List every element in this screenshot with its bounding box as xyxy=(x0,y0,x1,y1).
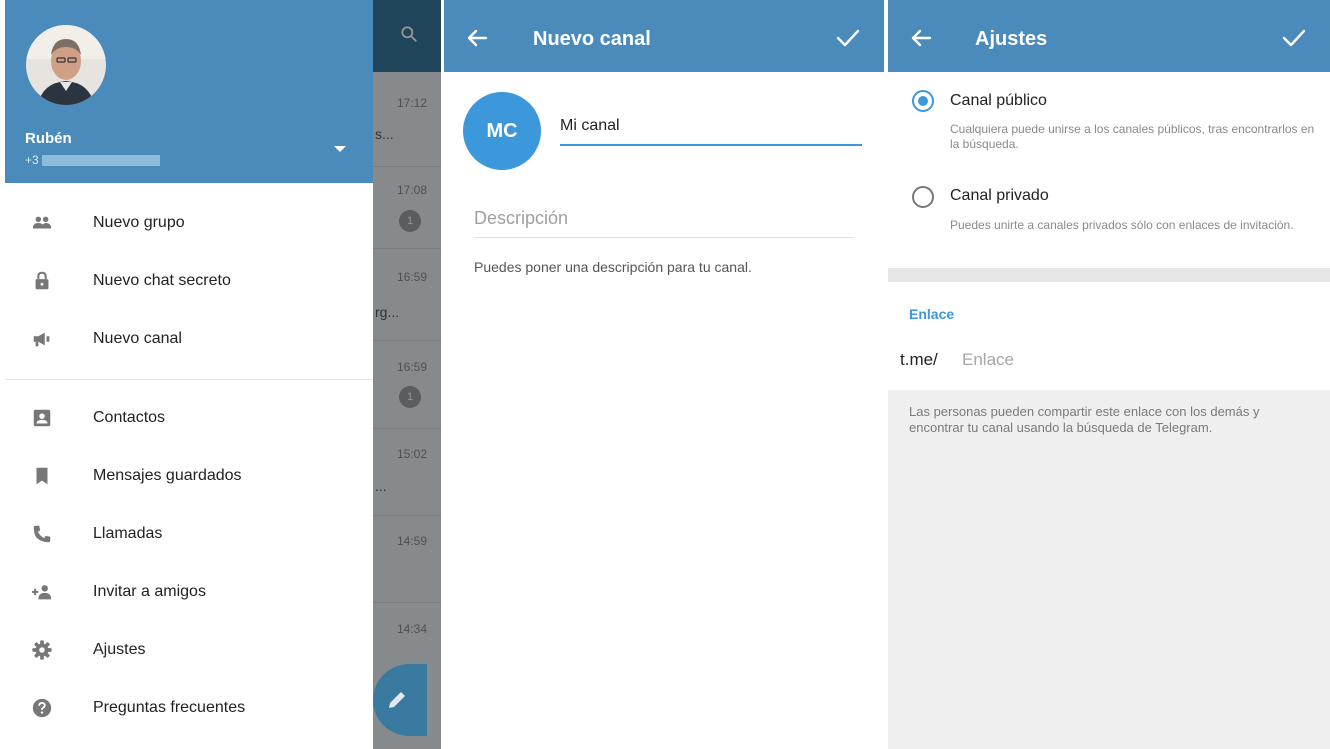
drawer-item-label: Nuevo chat secreto xyxy=(93,272,231,289)
back-arrow-icon[interactable] xyxy=(466,28,488,48)
contact-icon xyxy=(33,409,51,427)
description-help-text: Puedes poner una descripción para tu can… xyxy=(474,259,752,275)
drawer-item-new-secret-chat[interactable]: Nuevo chat secreto xyxy=(0,252,373,310)
drawer-item-label: Llamadas xyxy=(93,525,163,542)
section-separator xyxy=(888,268,1330,282)
public-channel-radio[interactable] xyxy=(912,90,934,112)
user-photo xyxy=(26,25,106,105)
drawer-item-label: Nuevo canal xyxy=(93,330,182,347)
link-prefix: t.me/ xyxy=(900,350,938,369)
add-person-icon xyxy=(31,585,52,600)
private-channel-description: Puedes unirte a canales privados sólo co… xyxy=(950,218,1294,232)
drawer-item-label: Preguntas frecuentes xyxy=(93,699,246,716)
gear-icon xyxy=(32,640,52,660)
channel-avatar[interactable]: MC xyxy=(463,92,541,170)
user-name: Rubén xyxy=(25,130,72,147)
drawer-item-label: Contactos xyxy=(93,409,166,426)
account-switch-arrow-icon[interactable] xyxy=(334,146,346,152)
drawer-header: Rubén +3 xyxy=(5,0,373,183)
drawer-divider xyxy=(5,379,373,380)
drawer-scrim[interactable] xyxy=(373,0,441,749)
user-phone: +3 xyxy=(25,153,160,167)
channel-settings-screen: Ajustes Canal público Cualquiera puede u… xyxy=(888,0,1330,749)
channel-description-input[interactable] xyxy=(474,200,854,238)
megaphone-icon xyxy=(33,332,50,347)
phone-icon xyxy=(33,525,51,543)
channel-type-section: Canal público Cualquiera puede unirse a … xyxy=(888,72,1330,268)
link-section-header: Enlace xyxy=(909,306,955,322)
drawer-item-calls[interactable]: Llamadas xyxy=(0,505,373,563)
pencil-icon xyxy=(389,692,405,708)
drawer-item-new-group[interactable]: Nuevo grupo xyxy=(0,194,373,252)
lock-icon xyxy=(35,271,49,290)
link-help-text: Las personas pueden compartir este enlac… xyxy=(909,404,1260,435)
confirm-check-icon[interactable] xyxy=(1282,28,1306,48)
drawer-item-invite-friends[interactable]: Invitar a amigos xyxy=(0,563,373,621)
bookmark-icon xyxy=(36,467,48,485)
avatar[interactable] xyxy=(26,25,106,105)
public-channel-description: Cualquiera puede unirse a los canales pú… xyxy=(950,122,1315,151)
settings-toolbar: Ajustes xyxy=(888,0,1330,72)
public-channel-label: Canal público xyxy=(950,92,1047,109)
drawer-item-contacts[interactable]: Contactos xyxy=(0,389,373,447)
new-channel-screen: Nuevo canal MC Puedes poner una descripc… xyxy=(444,0,884,749)
drawer-item-saved-messages[interactable]: Mensajes guardados xyxy=(0,447,373,505)
page-title: Nuevo canal xyxy=(533,28,651,50)
group-icon xyxy=(32,216,52,229)
new-channel-toolbar: Nuevo canal xyxy=(444,0,884,72)
channel-name-input[interactable] xyxy=(560,108,862,146)
drawer-item-new-channel[interactable]: Nuevo canal xyxy=(0,310,373,368)
drawer-item-label: Nuevo grupo xyxy=(93,214,185,231)
private-channel-radio[interactable] xyxy=(912,186,934,208)
phone-redacted xyxy=(41,155,160,167)
drawer-item-label: Ajustes xyxy=(93,641,146,658)
drawer-item-label: Mensajes guardados xyxy=(93,467,242,484)
page-title: Ajustes xyxy=(975,28,1048,50)
navigation-panel: 17:12 s... 17:08 1 16:59 rg... 16:59 1 1… xyxy=(0,0,441,749)
drawer-item-settings[interactable]: Ajustes xyxy=(0,621,373,679)
confirm-check-icon[interactable] xyxy=(836,28,860,48)
private-channel-label: Canal privado xyxy=(950,187,1049,204)
link-section xyxy=(888,282,1330,390)
phone-prefix: +3 xyxy=(25,153,39,167)
drawer-item-faq[interactable]: Preguntas frecuentes xyxy=(0,679,373,737)
back-arrow-icon[interactable] xyxy=(910,28,932,48)
help-icon xyxy=(32,698,52,718)
channel-link-input[interactable] xyxy=(962,347,1292,373)
drawer-item-label: Invitar a amigos xyxy=(93,583,206,600)
navigation-drawer: Rubén +3 Nuevo grupo Nuevo chat secreto xyxy=(0,0,373,749)
